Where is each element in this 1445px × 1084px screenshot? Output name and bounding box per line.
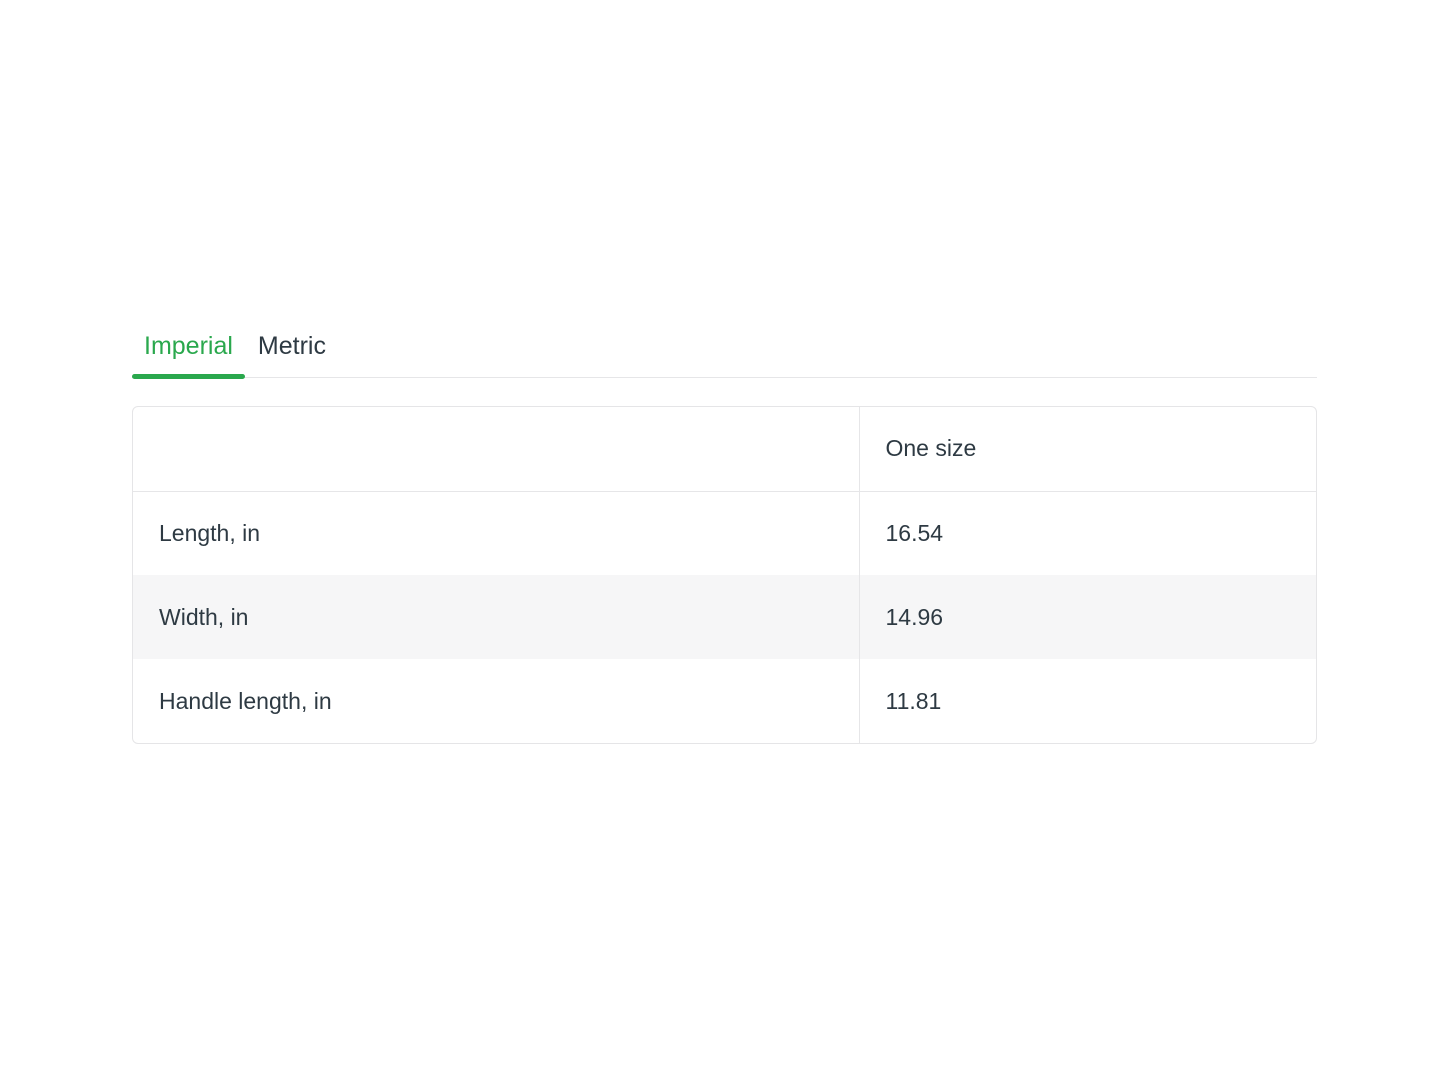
table-header-row: One size <box>133 407 1316 491</box>
row-value: 14.96 <box>859 575 1316 659</box>
row-label: Width, in <box>133 575 859 659</box>
tab-metric[interactable]: Metric <box>245 322 339 377</box>
unit-tabs: Imperial Metric <box>132 322 1317 378</box>
row-value: 11.81 <box>859 659 1316 743</box>
size-table: One size Length, in 16.54 Width, in 14.9… <box>133 407 1316 743</box>
size-chart-page: Imperial Metric One size Length, in 16.5… <box>0 0 1445 1084</box>
size-chart-table: One size Length, in 16.54 Width, in 14.9… <box>132 406 1317 744</box>
table-row-length: Length, in 16.54 <box>133 491 1316 575</box>
tab-imperial[interactable]: Imperial <box>132 322 245 377</box>
row-label: Handle length, in <box>133 659 859 743</box>
table-row-handle-length: Handle length, in 11.81 <box>133 659 1316 743</box>
table-row-width: Width, in 14.96 <box>133 575 1316 659</box>
corner-cell <box>133 407 859 491</box>
size-column-header: One size <box>859 407 1316 491</box>
row-value: 16.54 <box>859 491 1316 575</box>
row-label: Length, in <box>133 491 859 575</box>
